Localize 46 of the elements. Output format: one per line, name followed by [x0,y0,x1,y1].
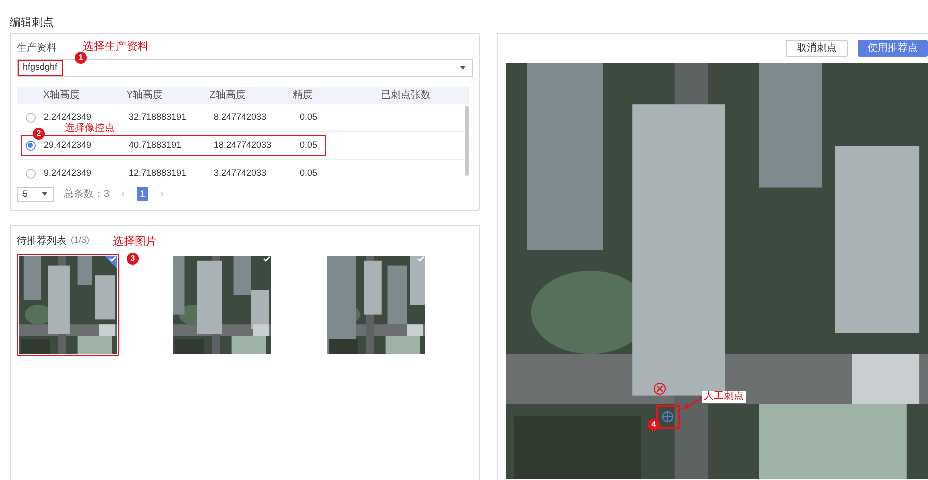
marker-label: 人工刺点 [702,391,746,403]
radio-button[interactable] [26,140,36,150]
table-cell-text: 12.718883191 [129,166,188,180]
list-count: (1/3) [71,234,90,248]
select-field[interactable]: hfgsdghf [17,59,473,77]
dropdown-icon [42,192,48,196]
list-title: 待推荐列表 [17,234,67,248]
step-badge: 3 [127,253,139,265]
column-header: Y轴高度 [126,88,164,103]
table-cell-text: 2.24242349 [44,110,93,122]
table-cell-text: 0.05 [299,166,319,180]
leader-line [682,397,704,411]
total-count: 总条数：3 [64,188,110,202]
field-label: 生产资料 [17,42,57,56]
table-cell-text: 40.71883191 [129,138,183,152]
radio-button[interactable] [26,168,36,178]
column-header: 精度 [292,88,314,103]
table-cell-text: 18.247742033 [214,138,273,152]
previous-page-button[interactable]: ‹ [120,186,128,202]
step-badge: 2 [33,128,45,140]
radio-button[interactable] [26,112,36,122]
table-cell-text: 0.05 [299,138,319,152]
crosshair-icon [662,411,674,423]
secondary-button[interactable]: 取消刺点 [786,40,848,57]
select-value: hfgsdghf [18,60,63,76]
table-cell-text: 8.247742033 [214,110,268,124]
annotation-text: 选择像控点 [65,124,115,134]
column-header: 已刺点张数 [380,88,432,103]
step-badge: 1 [75,52,87,64]
scrollbar [465,106,469,176]
table-cell-text: 0.05 [299,110,319,124]
dropdown-icon [460,66,466,70]
table-cell-text: 29.4242349 [44,138,93,152]
annotation-text: 选择图片 [113,235,157,250]
page-button[interactable]: 1 [137,187,148,202]
column-header: Z轴高度 [210,88,247,103]
rejected-point-icon [654,383,666,395]
table-cell-text: 32.718883191 [129,110,188,124]
table-cell-text: 9.24242349 [44,166,93,180]
annotation-text: 选择生产资料 [83,40,149,55]
page-title: 编辑刺点 [10,17,54,29]
column-header: X轴高度 [43,88,82,103]
table-cell-text: 3.247742033 [214,166,268,180]
next-page-button[interactable]: › [158,186,166,202]
page-size-select[interactable]: 5 [17,186,54,202]
primary-button[interactable]: 使用推荐点 [858,40,928,57]
